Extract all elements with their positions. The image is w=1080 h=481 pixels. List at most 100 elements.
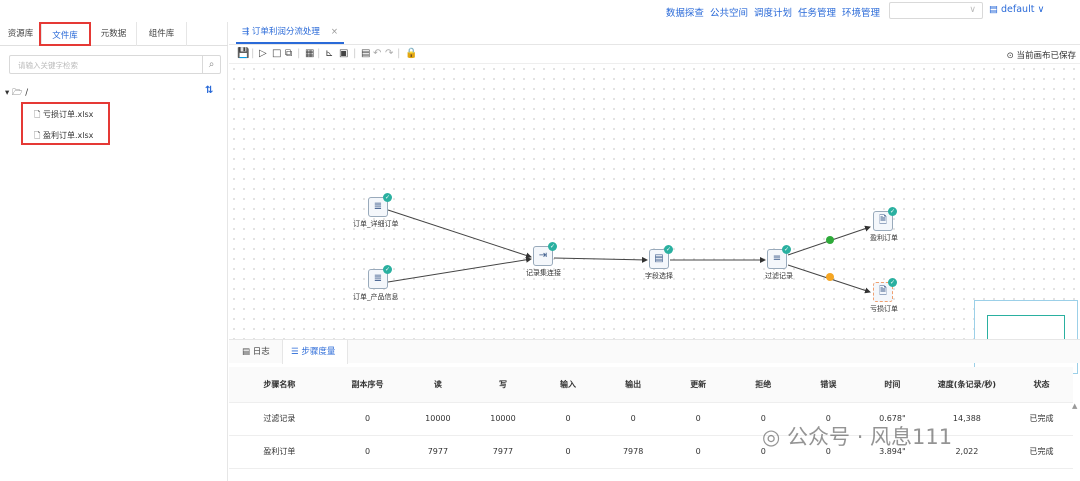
node-label: 字段选择	[645, 272, 673, 280]
column-header[interactable]: 输入	[535, 367, 601, 403]
node-input-product-info[interactable]: ≣ ✓	[368, 265, 392, 289]
debug-icon[interactable]: ⧉	[285, 48, 292, 59]
workspace-icon: ▤	[989, 4, 998, 15]
table-cell: 已完成	[1009, 435, 1073, 469]
column-header[interactable]: 读	[405, 367, 471, 403]
table-cell: 0	[665, 435, 731, 469]
node-label: 订单_详细订单	[353, 220, 399, 228]
column-header[interactable]: 速度(条记录/秒)	[923, 367, 1010, 403]
connector	[387, 209, 532, 259]
column-header[interactable]: 错误	[795, 367, 861, 403]
bottom-tabs: ▤ 日志 ☰ 步骤度量	[229, 339, 1080, 364]
log-icon: ▤	[242, 347, 251, 357]
file-item[interactable]: 🗋 亏损订单.xlsx	[34, 109, 93, 123]
table-scrollbar[interactable]: ▲	[1071, 402, 1080, 481]
table-cell: 10000	[470, 402, 536, 436]
left-tabs: 资源库 文件库 元数据 组件库	[0, 22, 228, 46]
file-icon: 🗋	[34, 110, 41, 119]
step-metrics-table: 步骤名称 副本序号 读 写 输入 输出 更新 拒绝 错误 时间 速度(条记录/秒…	[229, 367, 1073, 469]
tab-file-lib[interactable]: 文件库	[39, 22, 91, 46]
node-output-loss-order[interactable]: 🗎 ✓	[873, 278, 897, 302]
save-icon[interactable]: 💾	[237, 48, 249, 59]
wechat-icon: ◎	[762, 425, 781, 449]
file-item[interactable]: 🗋 盈利订单.xlsx	[34, 130, 93, 144]
editor-tab[interactable]: ⇶ 订单利润分流处理 ×	[236, 22, 344, 44]
column-header[interactable]: 输出	[600, 367, 666, 403]
connector	[553, 256, 648, 263]
column-header[interactable]: 副本序号	[329, 367, 406, 403]
divider: |	[251, 48, 255, 59]
tab-metadata[interactable]: 元数据	[91, 22, 137, 46]
user-menu[interactable]: ▤ default ∨	[989, 4, 1044, 15]
lock-icon[interactable]: 🔒	[405, 48, 417, 59]
node-join-records[interactable]: ⇥ ✓	[533, 242, 557, 266]
scroll-up-icon[interactable]: ▲	[1072, 402, 1077, 410]
screenshot-icon[interactable]: ▤	[361, 48, 370, 59]
left-panel: 资源库 文件库 元数据 组件库 请输入关键字检索 ⌕ ▾ 🗁 / ⇅ 🗋 亏损订…	[0, 22, 228, 481]
check-icon: ✓	[782, 245, 791, 254]
close-icon[interactable]: ×	[331, 22, 338, 43]
divider: |	[397, 48, 401, 59]
nav-link-data-explore[interactable]: 数据探查	[666, 5, 704, 19]
nav-link-task-mgmt[interactable]: 任务管理	[798, 5, 836, 19]
tab-log-label: 日志	[252, 347, 270, 357]
watermark-text: 公众号 · 风息111	[787, 425, 953, 449]
folder-open-icon: 🗁	[11, 88, 23, 98]
column-header[interactable]: 拒绝	[730, 367, 796, 403]
node-label: 订单_产品信息	[353, 293, 399, 301]
node-select-fields[interactable]: ▤ ✓	[649, 245, 673, 269]
flow-connections	[387, 209, 871, 294]
node-filter-records[interactable]: ≡ ✓	[767, 245, 791, 269]
tab-component-lib[interactable]: 组件库	[137, 22, 187, 46]
node-output-profit-order[interactable]: 🗎 ✓	[873, 207, 897, 231]
top-nav-links: 数据探查 公共空间 调度计划 任务管理 环境管理	[666, 5, 880, 19]
column-header[interactable]: 状态	[1009, 367, 1073, 403]
column-header[interactable]: 步骤名称	[229, 367, 330, 403]
column-header[interactable]: 更新	[665, 367, 731, 403]
tab-step-metrics-label: 步骤度量	[301, 347, 336, 357]
run-icon[interactable]: ▷	[259, 48, 267, 59]
toolbar: 💾 | ▷ □ ⧉ | ▦ | ⊾ ▣ | ▤ ↶ ↷ | 🔒 ⊙ 当前画布已保…	[229, 44, 1080, 64]
divider: |	[353, 48, 357, 59]
check-icon: ✓	[664, 245, 673, 254]
flow-canvas[interactable]: ≣ ✓ 订单_详细订单 ≣ ✓ 订单_产品信息 ⇥ ✓ 记录集连接 ▤ ✓ 字段选择 ≡…	[229, 64, 1080, 374]
nav-link-env-mgmt[interactable]: 环境管理	[842, 5, 880, 19]
file-icon: 🗋	[34, 131, 41, 140]
table-header-row: 步骤名称 副本序号 读 写 输入 输出 更新 拒绝 错误 时间 速度(条记录/秒…	[229, 367, 1073, 403]
chart-icon[interactable]: ⊾	[325, 48, 333, 59]
table-cell: 7977	[470, 435, 536, 469]
save-status-text: 当前画布已保存	[1016, 51, 1076, 61]
search-icon[interactable]: ⌕	[202, 56, 220, 73]
divider: |	[317, 48, 321, 59]
table-cell: 盈利订单	[229, 435, 330, 469]
user-name: default	[1001, 4, 1035, 15]
check-icon: ✓	[383, 265, 392, 274]
sort-icon[interactable]: ⇅	[205, 85, 213, 96]
image-icon[interactable]: ▣	[339, 48, 348, 59]
node-input-detail-order[interactable]: ≣ ✓	[368, 193, 392, 217]
search-input[interactable]: 请输入关键字检索	[18, 60, 78, 71]
tab-step-metrics[interactable]: ☰ 步骤度量	[282, 340, 348, 364]
tab-resource-lib[interactable]: 资源库	[0, 22, 42, 46]
environment-select[interactable]: ∨	[889, 2, 983, 19]
tree-root[interactable]: ▾ 🗁 /	[5, 87, 28, 101]
editor-area: ⇶ 订单利润分流处理 × 💾 | ▷ □ ⧉ | ▦ | ⊾ ▣ | ▤ ↶ ↷…	[229, 22, 1080, 481]
save-status: ⊙ 当前画布已保存	[1006, 51, 1076, 61]
nav-link-public-space[interactable]: 公共空间	[710, 5, 748, 19]
column-header[interactable]: 时间	[860, 367, 924, 403]
table-cell: 7977	[405, 435, 471, 469]
check-icon: ✓	[888, 278, 897, 287]
divider: |	[297, 48, 301, 59]
undo-icon[interactable]: ↶	[373, 48, 381, 59]
file-list-highlight: 🗋 亏损订单.xlsx 🗋 盈利订单.xlsx	[21, 102, 110, 145]
node-label: 盈利订单	[870, 234, 898, 242]
stop-icon[interactable]: □	[272, 48, 281, 59]
redo-icon[interactable]: ↷	[385, 48, 393, 59]
nav-link-schedule[interactable]: 调度计划	[754, 5, 792, 19]
table-cell: 0	[329, 435, 406, 469]
grid-icon[interactable]: ▦	[305, 48, 314, 59]
column-header[interactable]: 写	[470, 367, 536, 403]
tab-log[interactable]: ▤ 日志	[240, 340, 280, 364]
top-nav: 数据探查 公共空间 调度计划 任务管理 环境管理 ∨ ▤ default ∨	[0, 0, 1080, 22]
table-cell: 0	[665, 402, 731, 436]
